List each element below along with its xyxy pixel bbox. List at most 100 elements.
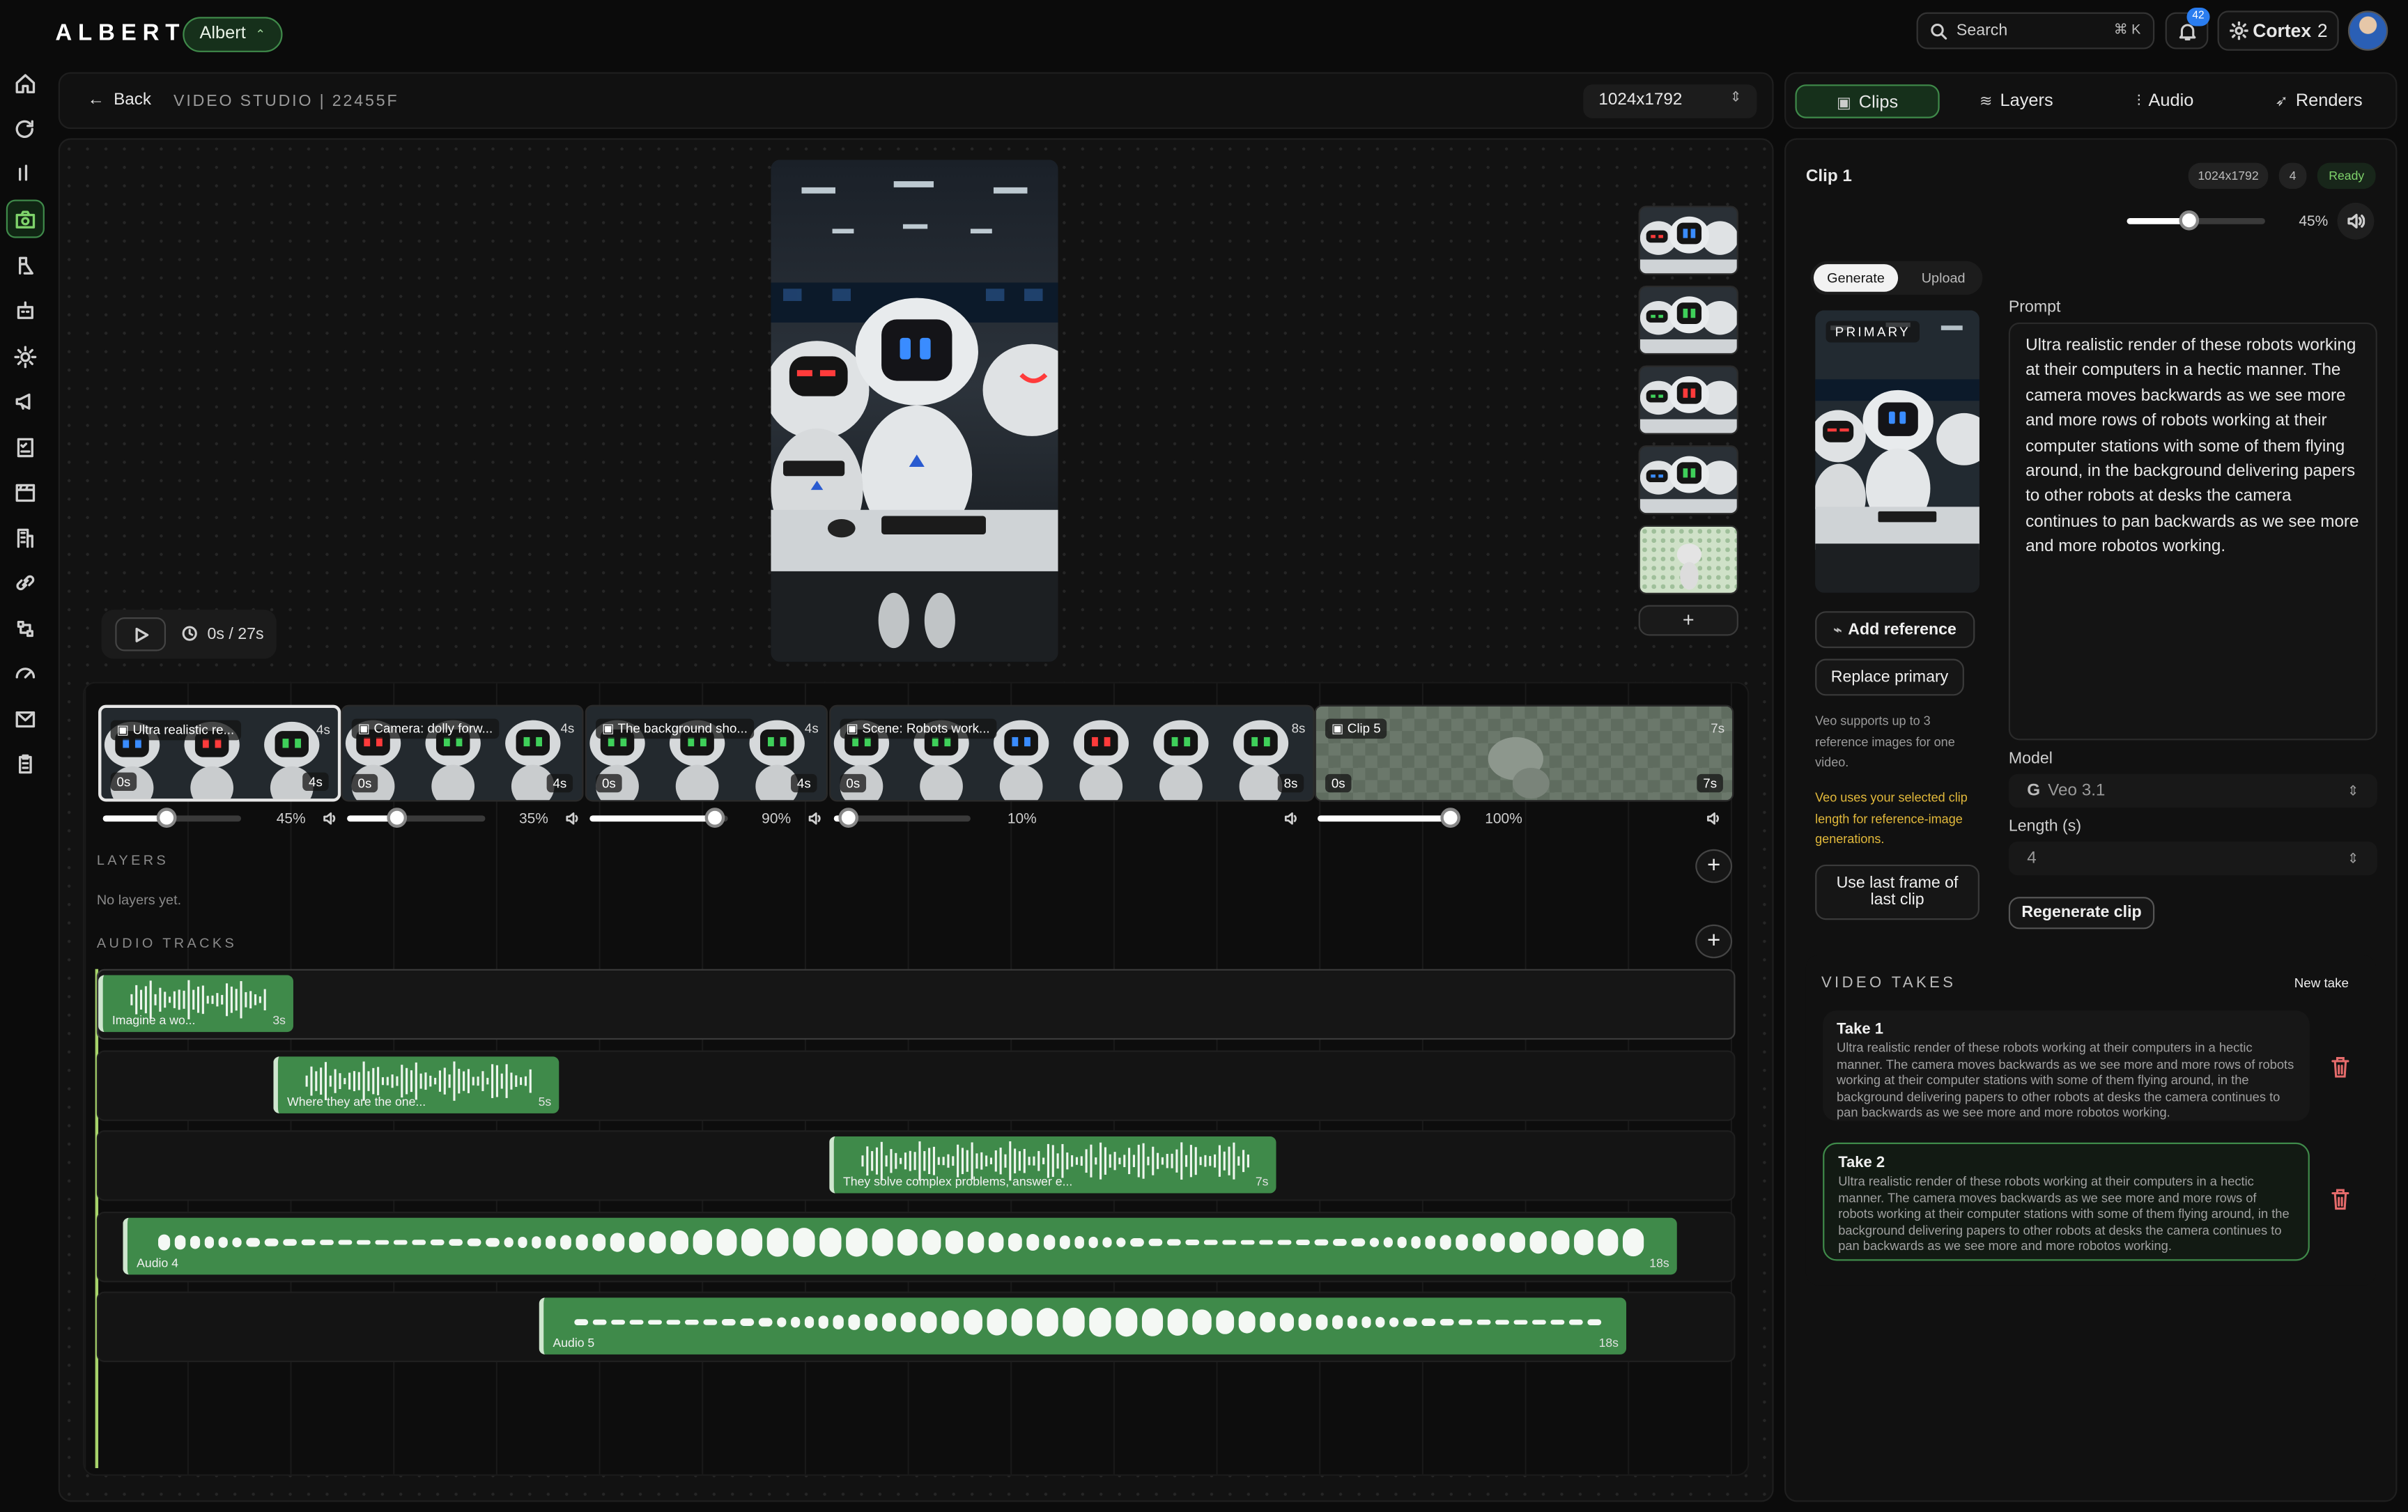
- add-layer-button[interactable]: +: [1695, 849, 1733, 884]
- sidebar-clapper-icon[interactable]: [14, 481, 37, 504]
- search-box[interactable]: Search ⌘ K: [1916, 12, 2155, 49]
- resolution-select[interactable]: 1024x1792 ⇕: [1583, 84, 1757, 118]
- sidebar-analytics-icon[interactable]: [14, 163, 37, 186]
- sidebar-settings-icon[interactable]: [14, 346, 37, 369]
- take-title: Take 2: [1838, 1155, 1885, 1172]
- waveform: [158, 1228, 1644, 1257]
- new-take-button[interactable]: New take: [2294, 975, 2349, 991]
- sidebar-mail-icon[interactable]: [14, 708, 37, 731]
- robot-thumbnail-image: [1639, 216, 1737, 274]
- clip-volume-slider[interactable]: [2127, 210, 2265, 231]
- audio-clip[interactable]: Imagine a wo... 3s: [98, 975, 293, 1033]
- timeline-clip[interactable]: ▣ The background sho... 4s 0s 4s: [585, 704, 828, 802]
- chevron-updown-icon: ⇕: [1729, 88, 1742, 105]
- play-button[interactable]: [115, 617, 167, 651]
- sidebar-building-icon[interactable]: [14, 527, 37, 550]
- audio-clip[interactable]: Where they are the one... 5s: [273, 1056, 559, 1113]
- audio-clip-duration: 18s: [1649, 1256, 1669, 1270]
- replace-primary-button[interactable]: Replace primary: [1815, 658, 1964, 696]
- regenerate-clip-button[interactable]: Regenerate clip: [2008, 897, 2155, 929]
- model-label: Model: [2008, 749, 2053, 768]
- clip-volume-slider[interactable]: [1318, 808, 1461, 828]
- reference-limit-note: Veo supports up to 3 reference images fo…: [1815, 713, 1955, 770]
- clip-mute-button[interactable]: [2337, 202, 2375, 240]
- workspace-button[interactable]: Cortex 2: [2217, 10, 2339, 51]
- clip-thumbnail[interactable]: [1638, 445, 1738, 515]
- sun-icon: [2230, 21, 2248, 40]
- back-button[interactable]: ← Back: [88, 91, 151, 109]
- use-last-frame-button[interactable]: Use last frame of last clip: [1815, 864, 1979, 920]
- clip-duration: 4s: [804, 720, 819, 736]
- video-preview[interactable]: [771, 160, 1058, 662]
- clip-end-time: 8s: [1277, 773, 1304, 793]
- sidebar: [0, 61, 49, 1512]
- speaker-icon[interactable]: [323, 811, 338, 826]
- sidebar-gauge-icon[interactable]: [14, 662, 37, 685]
- video-take-card[interactable]: Take 1 Ultra realistic render of these ro…: [1823, 1010, 2310, 1121]
- sidebar-video-studio-icon[interactable]: [14, 209, 37, 232]
- clip-volume-slider[interactable]: [833, 808, 971, 828]
- sidebar-clipboard-icon[interactable]: [14, 753, 37, 776]
- sidebar-brain-icon[interactable]: [14, 255, 37, 278]
- speaker-icon[interactable]: [808, 811, 823, 826]
- audio-clip-duration: 7s: [1255, 1175, 1269, 1189]
- audio-clip[interactable]: Audio 5 18s: [539, 1297, 1627, 1355]
- sidebar-flow-icon[interactable]: [14, 617, 37, 640]
- clapper-icon: ▣: [846, 720, 863, 736]
- clip-thumbnail[interactable]: [1638, 285, 1738, 355]
- timeline-clip[interactable]: ▣ Ultra realistic re... 4s 0s 4s: [98, 704, 341, 802]
- delete-take-button[interactable]: [2324, 1051, 2357, 1084]
- clip-resolution-badge: 1024x1792: [2188, 162, 2269, 190]
- speaker-icon[interactable]: [1706, 811, 1722, 826]
- speaker-icon[interactable]: [565, 811, 580, 826]
- audio-clip[interactable]: They solve complex problems, answer e...…: [829, 1136, 1276, 1194]
- robot-thumbnail-image: [1639, 376, 1737, 433]
- prompt-textarea[interactable]: Ultra realistic render of these robots w…: [2008, 322, 2377, 741]
- back-label: Back: [114, 91, 152, 109]
- mode-upload-tab[interactable]: Upload: [1901, 264, 1986, 292]
- timeline-clip[interactable]: ▣ Scene: Robots work... 8s 0s 8s: [829, 704, 1315, 802]
- clip-duration: 4s: [316, 721, 330, 737]
- length-select[interactable]: 4 ⇕: [2008, 841, 2377, 876]
- speaker-icon[interactable]: [1284, 811, 1299, 826]
- model-select[interactable]: G Veo 3.1 ⇕: [2008, 773, 2377, 808]
- chevron-updown-icon: ⌃: [255, 27, 266, 42]
- clip-volume-slider[interactable]: [102, 808, 242, 828]
- chevron-updown-icon: ⇕: [2347, 783, 2359, 799]
- rocket-icon: ➶: [2275, 93, 2288, 111]
- delete-take-button[interactable]: [2324, 1182, 2357, 1216]
- clip-volume-slider[interactable]: [347, 808, 486, 828]
- sidebar-checklist-icon[interactable]: [14, 436, 37, 459]
- clapper-icon: ▣: [1331, 720, 1348, 736]
- clip-end-time: 7s: [1697, 773, 1723, 793]
- account-switcher[interactable]: Albert ⌃: [183, 17, 283, 52]
- sidebar-megaphone-icon[interactable]: [14, 390, 37, 413]
- tab-clips[interactable]: ▣ Clips: [1795, 84, 1940, 118]
- video-take-card[interactable]: Take 2 Ultra realistic render of these ro…: [1823, 1142, 2310, 1261]
- add-clip-button[interactable]: +: [1638, 605, 1738, 636]
- sidebar-link-icon[interactable]: [14, 571, 37, 594]
- timeline-clip[interactable]: ▣ Clip 5 7s 0s 7s: [1314, 704, 1734, 802]
- account-name: Albert: [199, 24, 246, 43]
- add-reference-button[interactable]: ⌁ Add reference: [1815, 611, 1975, 649]
- clip-thumbnail[interactable]: [1638, 365, 1738, 435]
- sidebar-home-icon[interactable]: [14, 72, 37, 95]
- primary-reference-image[interactable]: [1815, 310, 1979, 593]
- clip-thumbnail[interactable]: [1638, 206, 1738, 275]
- tab-renders[interactable]: ➶ Renders: [2250, 84, 2388, 118]
- tab-layers[interactable]: ≋ Layers: [1958, 84, 2075, 118]
- timeline-clip[interactable]: ▣ Camera: dolly forw... 4s 0s 4s: [341, 704, 584, 802]
- primary-label: PRIMARY: [1826, 321, 1920, 343]
- tab-audio[interactable]: ⫶ Audio: [2112, 84, 2219, 118]
- add-audio-track-button[interactable]: +: [1695, 924, 1733, 959]
- sidebar-refresh-icon[interactable]: [14, 118, 37, 141]
- clapper-icon: ▣: [601, 720, 618, 736]
- app-logo[interactable]: ALBERT: [55, 20, 185, 46]
- clip-thumbnail[interactable]: [1638, 525, 1738, 594]
- mode-generate-tab[interactable]: Generate: [1813, 264, 1899, 292]
- clip-volume-slider[interactable]: [589, 808, 728, 828]
- user-avatar[interactable]: [2347, 10, 2388, 51]
- clip-length-badge: 4: [2278, 162, 2307, 190]
- audio-clip[interactable]: Audio 4 18s: [123, 1217, 1677, 1275]
- sidebar-bot-icon[interactable]: [14, 300, 37, 323]
